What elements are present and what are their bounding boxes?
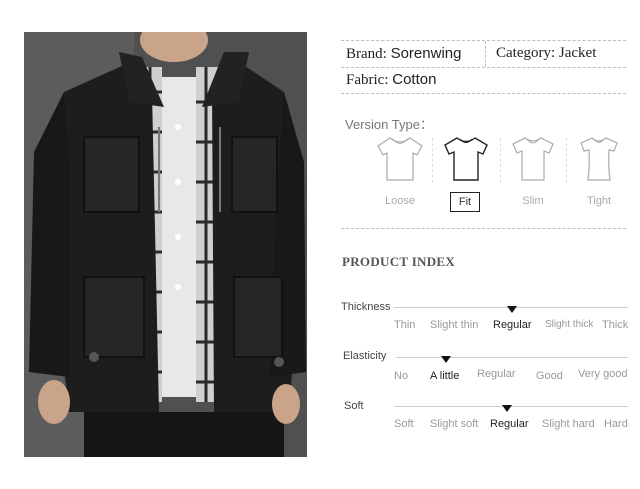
fabric-field: Fabric: Cotton — [346, 71, 436, 89]
brand-field: Brand: Sorenwing — [346, 45, 461, 63]
version-option-loose[interactable]: Loose — [370, 195, 430, 207]
spec-row-fabric: Fabric: Cotton — [341, 67, 626, 94]
thickness-option-selected: Regular — [493, 319, 532, 331]
version-option-tight[interactable]: Tight — [569, 195, 629, 207]
thickness-option: Thin — [394, 319, 416, 331]
category-value: Jacket — [558, 45, 597, 61]
index-marker-icon — [507, 306, 517, 313]
tshirt-tight-icon — [580, 137, 618, 181]
category-field: Category: Jacket — [496, 45, 596, 62]
jacket-illustration — [24, 32, 307, 457]
version-type-title: Version Type： — [345, 117, 433, 132]
spec-divider — [485, 41, 486, 67]
thickness-option: Slight thin — [430, 319, 479, 331]
elasticity-option: Very good — [578, 368, 628, 380]
brand-value: Sorenwing — [390, 45, 462, 62]
elasticity-option: No — [394, 370, 409, 382]
thickness-option: Slight thick — [545, 319, 594, 330]
soft-label: Soft — [344, 400, 364, 412]
soft-option: Hard — [604, 418, 628, 430]
brand-label: Brand: — [346, 46, 387, 62]
version-divider — [432, 138, 433, 183]
elasticity-label: Elasticity — [343, 350, 387, 362]
spec-row-brand-category: Brand: Sorenwing Category: Jacket — [341, 40, 626, 68]
product-index-title: PRODUCT INDEX — [342, 254, 456, 269]
fabric-value: Cotton — [392, 71, 437, 88]
fabric-label: Fabric: — [346, 72, 389, 88]
tshirt-fit-icon — [444, 137, 488, 181]
tshirt-loose-icon — [377, 137, 423, 181]
soft-option: Slight hard — [542, 418, 595, 430]
version-divider — [566, 138, 567, 183]
soft-option-selected: Regular — [490, 418, 529, 430]
version-option-fit[interactable]: Fit — [450, 192, 480, 212]
category-label: Category: — [496, 45, 556, 61]
tshirt-slim-icon — [512, 137, 554, 181]
thickness-label: Thickness — [341, 301, 391, 313]
elasticity-option: Good — [536, 370, 563, 382]
index-marker-icon — [441, 356, 451, 363]
index-marker-icon — [502, 405, 512, 412]
soft-option: Soft — [394, 418, 414, 430]
elasticity-option-selected: A little — [430, 370, 460, 382]
version-divider — [500, 138, 501, 183]
product-photo — [24, 32, 307, 457]
elasticity-scale-line — [396, 357, 628, 358]
elasticity-option: Regular — [477, 368, 516, 380]
version-option-slim[interactable]: Slim — [503, 195, 563, 207]
thickness-option: Thick — [602, 319, 629, 331]
soft-option: Slight soft — [430, 418, 479, 430]
section-divider — [341, 228, 626, 229]
